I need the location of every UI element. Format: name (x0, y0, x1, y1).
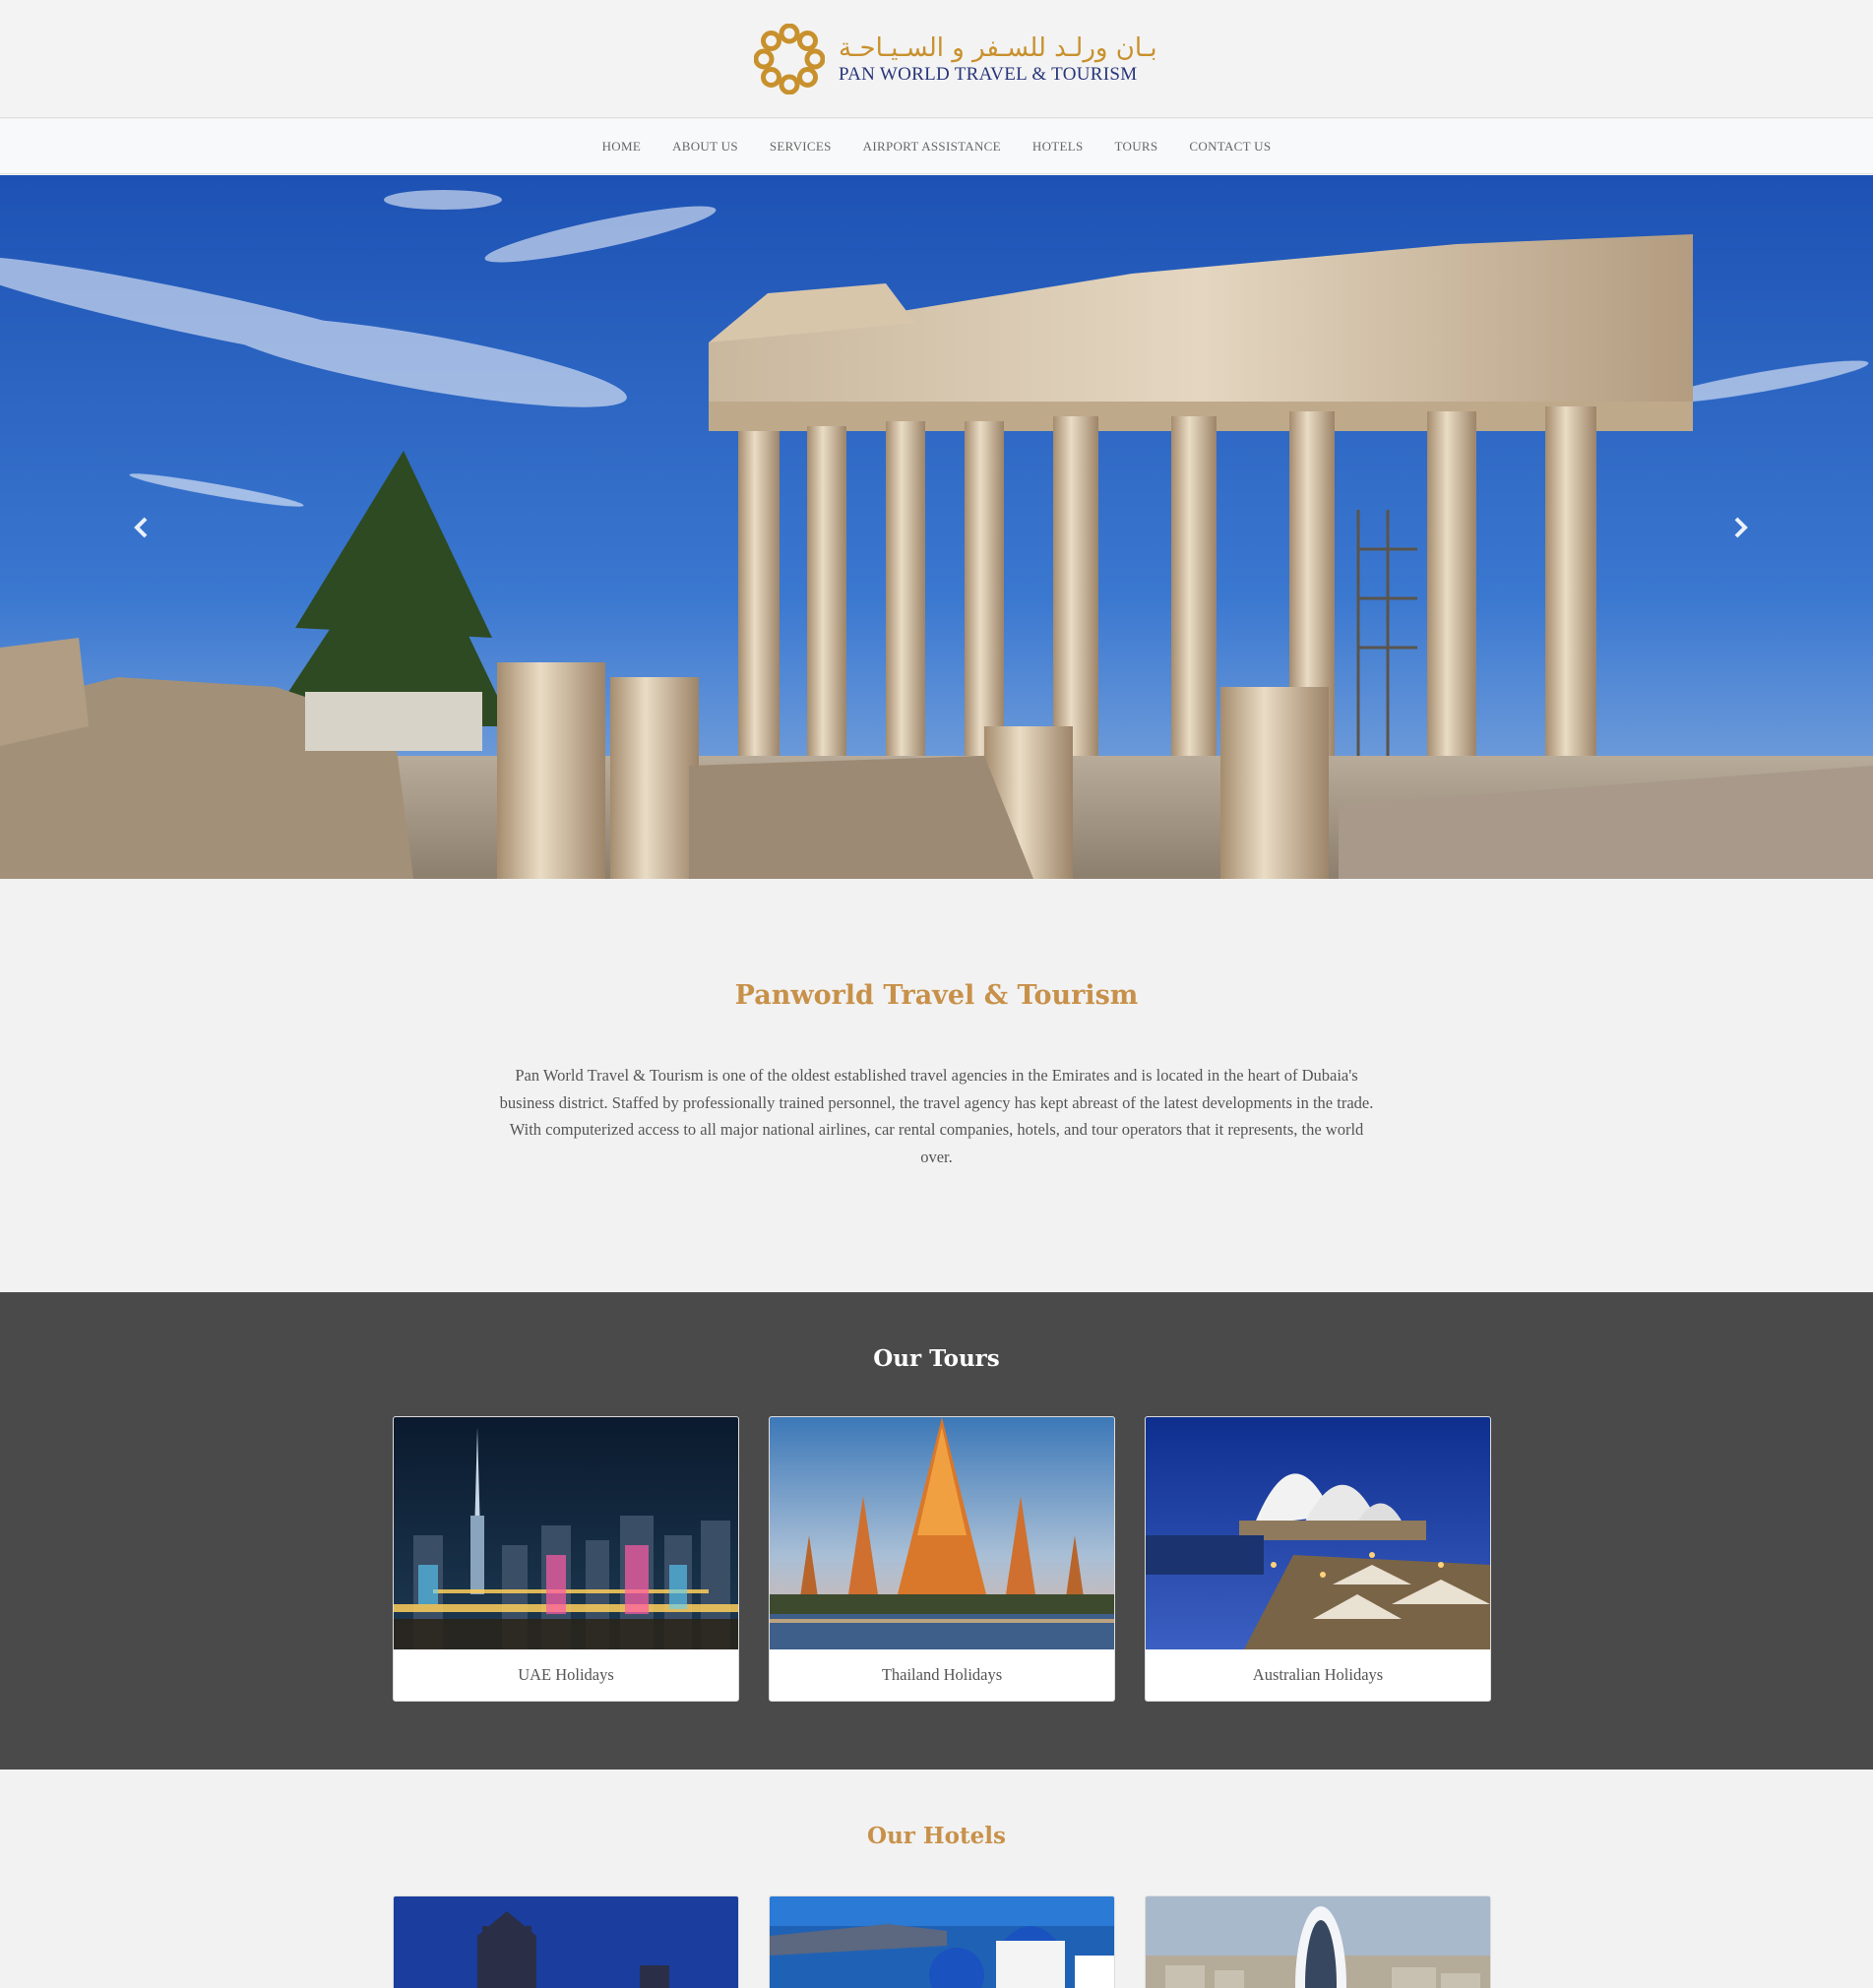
hero-parthenon-image (0, 175, 1873, 879)
slider-prev-chevron-left-icon[interactable] (122, 508, 161, 547)
tour-thailand-image (770, 1417, 1114, 1649)
hotels-section: Our Hotels (0, 1770, 1873, 1988)
nav-home[interactable]: HOME (602, 139, 641, 155)
nav-airport-assistance[interactable]: AIRPORT ASSISTANCE (863, 139, 1001, 155)
slider-next-chevron-right-icon[interactable] (1720, 508, 1760, 547)
logo-english-name: PAN WORLD TRAVEL & TOURISM (839, 64, 1138, 85)
nav-contact-us[interactable]: CONTACT US (1189, 139, 1271, 155)
nav-tours[interactable]: TOURS (1115, 139, 1158, 155)
site-header: بـان ورلـد للسـفر و السـيـاحـة PAN WORLD… (0, 0, 1873, 118)
hotels-title: Our Hotels (867, 1823, 1006, 1849)
tour-card-australia[interactable]: Australian Holidays (1145, 1416, 1491, 1702)
logo-arabic-name: بـان ورلـد للسـفر و السـيـاحـة (839, 33, 1157, 63)
hotel-card-1[interactable] (393, 1895, 739, 1988)
site-logo[interactable]: بـان ورلـد للسـفر و السـيـاحـة PAN WORLD… (754, 24, 1157, 94)
nav-hotels[interactable]: HOTELS (1032, 139, 1084, 155)
hotel-card-2[interactable] (769, 1895, 1115, 1988)
tour-uae-image (394, 1417, 738, 1649)
tour-uae-label: UAE Holidays (518, 1665, 614, 1684)
nav-about-us[interactable]: ABOUT US (672, 139, 738, 155)
tours-title: Our Tours (873, 1345, 1000, 1372)
intro-title: Panworld Travel & Tourism (734, 980, 1139, 1011)
hotel-santorini-image (770, 1896, 1114, 1988)
tour-card-uae[interactable]: UAE Holidays (393, 1416, 739, 1702)
tour-thailand-label: Thailand Holidays (881, 1665, 1003, 1684)
nav-services[interactable]: SERVICES (770, 139, 832, 155)
tour-australia-image (1146, 1417, 1490, 1649)
hotel-card-3[interactable] (1145, 1895, 1491, 1988)
hero-slider (0, 175, 1873, 879)
hotel-modern-tower-image (1146, 1896, 1490, 1988)
main-navigation: HOME ABOUT US SERVICES AIRPORT ASSISTANC… (0, 119, 1873, 174)
intro-text: Pan World Travel & Tourism is one of the… (499, 1066, 1374, 1166)
tour-australia-label: Australian Holidays (1252, 1665, 1384, 1684)
tour-card-thailand[interactable]: Thailand Holidays (769, 1416, 1115, 1702)
logo-emblem-icon (754, 24, 825, 94)
tours-section: Our Tours UAE Holidays Thailand Holidays… (0, 1292, 1873, 1770)
intro-section: Panworld Travel & Tourism Pan World Trav… (0, 879, 1873, 1292)
hotel-london-image (394, 1896, 738, 1988)
